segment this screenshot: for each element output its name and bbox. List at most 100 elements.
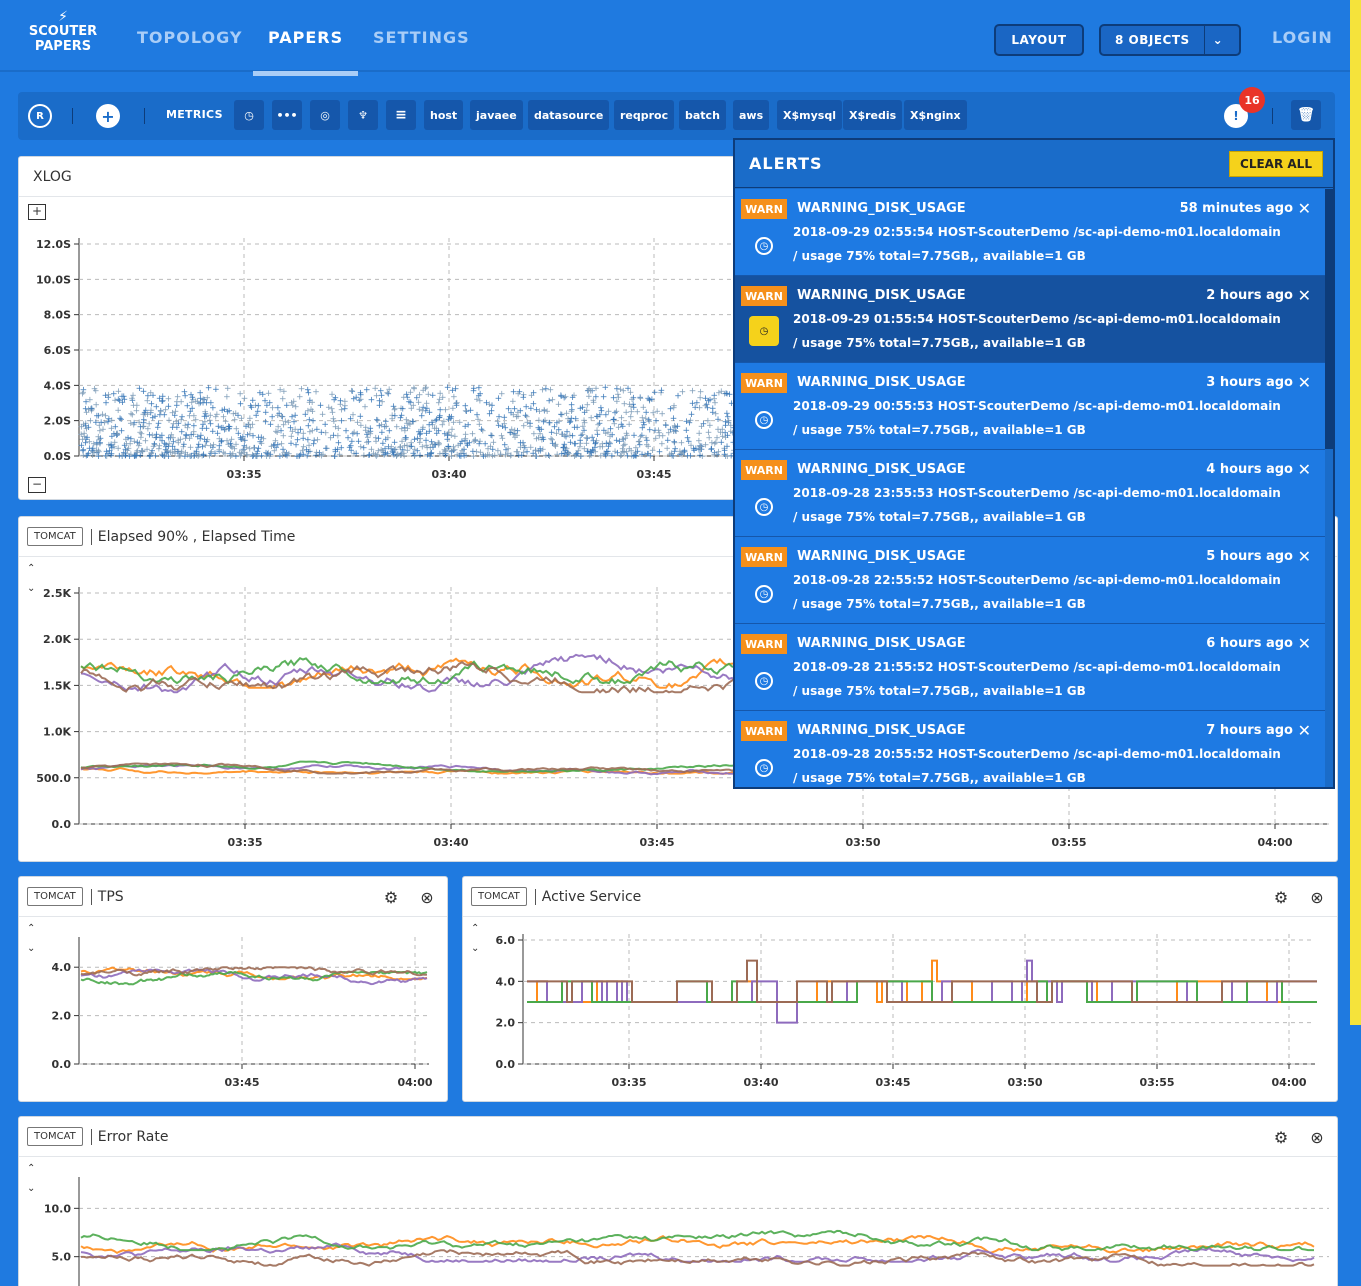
xlog-point: + — [389, 447, 397, 457]
close-icon[interactable]: ✕ — [1298, 634, 1311, 653]
close-icon[interactable]: ✕ — [1298, 547, 1311, 566]
xlog-point: + — [549, 396, 557, 406]
chip-aws[interactable]: aws — [733, 100, 770, 130]
xlog-point: + — [653, 407, 661, 417]
objects-button[interactable]: 8 OBJECTS ⌄ — [1099, 24, 1241, 56]
chip-batch[interactable]: batch — [679, 100, 726, 130]
xlog-point: + — [637, 394, 645, 404]
xlog-point: + — [243, 443, 251, 453]
xlog-point: + — [298, 385, 306, 395]
close-icon[interactable]: ✕ — [1298, 199, 1311, 218]
alert-time: 7 hours ago — [1206, 723, 1293, 738]
close-icon[interactable]: ✕ — [1298, 721, 1311, 740]
close-icon[interactable]: ✕ — [1298, 373, 1311, 392]
login-link[interactable]: LOGIN — [1272, 28, 1333, 47]
xlog-point: + — [530, 430, 538, 440]
clock-icon[interactable]: ◷ — [755, 237, 773, 255]
alert-message: / usage 75% total=7.75GB,, available=1 G… — [793, 684, 1086, 698]
xlog-point: + — [159, 397, 167, 407]
xlog-point: + — [464, 421, 472, 431]
realtime-icon[interactable]: R — [28, 104, 52, 128]
layout-button[interactable]: LAYOUT — [994, 24, 1084, 56]
elapsed-series-line — [80, 657, 735, 689]
scrollbar-thumb[interactable] — [1325, 189, 1333, 449]
add-icon[interactable]: + — [96, 104, 120, 128]
close-icon[interactable]: ✕ — [1298, 460, 1311, 479]
xlog-point: + — [460, 445, 468, 455]
xlog-point: + — [291, 411, 299, 421]
xlog-point: + — [330, 396, 338, 406]
xlog-point: + — [388, 415, 396, 425]
xlog-point: + — [80, 451, 88, 461]
alert-item[interactable]: WARN WARNING_DISK_USAGE 3 hours ago ✕ ◷ … — [735, 363, 1325, 450]
xlog-point: + — [408, 442, 416, 452]
clock-icon[interactable]: ◷ — [755, 759, 773, 777]
chip-host[interactable]: host — [424, 100, 464, 130]
alert-detail: 2018-09-28 22:55:52 HOST-ScouterDemo /sc… — [793, 573, 1281, 587]
xlog-point: + — [306, 416, 314, 426]
xlog-point: + — [379, 439, 387, 449]
more-icon[interactable]: ••• — [272, 100, 302, 130]
xlog-point: + — [329, 408, 337, 418]
xlog-point: + — [143, 445, 151, 455]
xlog-point: + — [162, 406, 170, 416]
chip-javaee[interactable]: javaee — [470, 100, 523, 130]
x-tick-label: 03:35 — [227, 836, 262, 849]
alerts-list: WARN WARNING_DISK_USAGE 58 minutes ago ✕… — [735, 189, 1325, 787]
person-icon[interactable]: ♆ — [348, 100, 378, 130]
close-icon[interactable]: ✕ — [1298, 286, 1311, 305]
y-tick-label: 6.0S — [44, 344, 71, 357]
alert-item[interactable]: WARN WARNING_DISK_USAGE 58 minutes ago ✕… — [735, 189, 1325, 276]
xlog-point: + — [452, 384, 460, 394]
xlog-point: + — [361, 402, 369, 412]
alert-item[interactable]: WARN WARNING_DISK_USAGE 7 hours ago ✕ ◷ … — [735, 711, 1325, 787]
alert-item[interactable]: WARN WARNING_DISK_USAGE 4 hours ago ✕ ◷ … — [735, 450, 1325, 537]
chip-reqproc[interactable]: reqproc — [614, 100, 675, 130]
xlog-point: + — [426, 452, 434, 462]
alert-item[interactable]: WARN WARNING_DISK_USAGE 5 hours ago ✕ ◷ … — [735, 537, 1325, 624]
alert-time: 6 hours ago — [1206, 636, 1293, 651]
error-rate-chart[interactable]: 10.0 5.0 — [19, 1117, 1338, 1286]
trash-icon[interactable]: 🗑 — [1291, 100, 1321, 130]
clear-all-button[interactable]: CLEAR ALL — [1229, 151, 1323, 177]
xlog-point: + — [285, 449, 293, 459]
chip-redis[interactable]: X$redis — [843, 100, 903, 130]
xlog-point: + — [640, 418, 648, 428]
xlog-point: + — [658, 386, 666, 396]
xlog-point: + — [144, 425, 152, 435]
xlog-point: + — [425, 420, 433, 430]
clock-icon[interactable]: ◷ — [234, 100, 264, 130]
chip-nginx[interactable]: X$nginx — [904, 100, 967, 130]
scouter-papers-logo[interactable]: ⚡ SCOUTER PAPERS — [22, 10, 104, 54]
xlog-point: + — [108, 444, 116, 454]
xlog-point: + — [596, 443, 604, 453]
xlog-point: + — [147, 389, 155, 399]
chevron-down-icon[interactable]: ⌄ — [1213, 33, 1224, 47]
error-rate-panel: TOMCAT Error Rate ⚙ ⊗ ⌃ ⌄ 10.0 5.0 — [18, 1116, 1338, 1286]
nav-settings[interactable]: SETTINGS — [373, 28, 470, 47]
xlog-point: + — [363, 438, 371, 448]
x-tick-label: 03:45 — [636, 468, 671, 481]
active-service-chart[interactable]: 6.0 4.0 2.0 0.0 03:35 03:40 03:45 03:50 03:55 04:… — [463, 877, 1338, 1102]
clock-icon[interactable]: ◷ — [755, 411, 773, 429]
clock-icon[interactable]: ◷ — [755, 672, 773, 690]
xlog-point: + — [670, 401, 678, 411]
nav-papers[interactable]: PAPERS — [268, 28, 343, 47]
nav-topology[interactable]: TOPOLOGY — [137, 28, 242, 47]
xlog-point: + — [708, 439, 716, 449]
alert-item[interactable]: WARN WARNING_DISK_USAGE 6 hours ago ✕ ◷ … — [735, 624, 1325, 711]
xlog-point: + — [441, 447, 449, 457]
clock-icon[interactable]: ◷ — [755, 498, 773, 516]
chip-datasource[interactable]: datasource — [528, 100, 610, 130]
y-tick-label: 2.0 — [496, 1017, 516, 1030]
x-tick-label: 03:40 — [743, 1076, 778, 1089]
x-tick-label: 03:45 — [639, 836, 674, 849]
list-icon[interactable]: ≡ — [386, 100, 416, 130]
tps-chart[interactable]: 4.0 2.0 0.0 03:45 04:00 — [19, 877, 448, 1102]
clock-icon[interactable]: ◷ — [749, 316, 779, 346]
target-icon[interactable]: ◎ — [310, 100, 340, 130]
x-tick-label: 03:50 — [845, 836, 880, 849]
clock-icon[interactable]: ◷ — [755, 585, 773, 603]
chip-mysql[interactable]: X$mysql — [777, 100, 842, 130]
alert-item[interactable]: WARN WARNING_DISK_USAGE 2 hours ago ✕ ◷ … — [735, 276, 1325, 363]
